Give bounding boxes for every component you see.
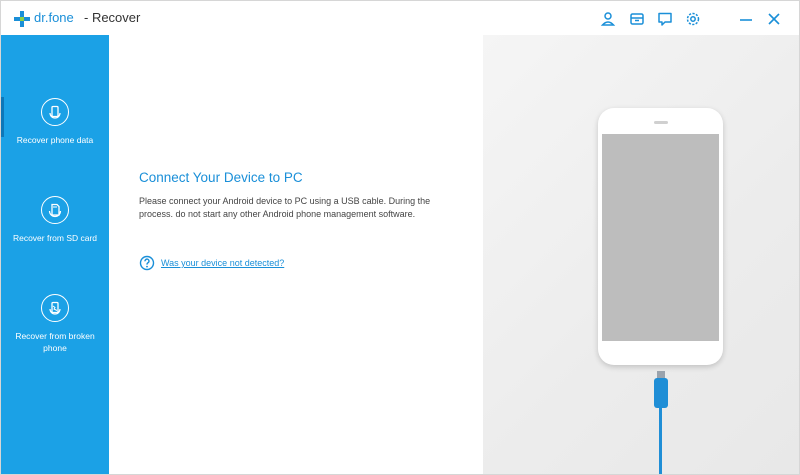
- sd-card-icon: [41, 196, 69, 224]
- app-title: - Recover: [84, 10, 141, 25]
- cart-icon[interactable]: [629, 11, 645, 27]
- minimize-icon[interactable]: [738, 11, 754, 27]
- device-not-detected-link[interactable]: Was your device not detected?: [161, 258, 284, 268]
- sidebar-item-label: Recover phone data: [16, 135, 94, 145]
- sidebar: Recover phone data Recover from SD card …: [1, 35, 109, 474]
- phone-speaker: [654, 121, 668, 124]
- usb-plug: [654, 378, 668, 408]
- app-brand: dr.fone: [34, 10, 74, 25]
- account-icon[interactable]: [600, 11, 616, 27]
- drfone-logo-icon: [13, 10, 31, 28]
- phone-illustration: [598, 108, 723, 365]
- feedback-icon[interactable]: [657, 11, 673, 27]
- close-icon[interactable]: [766, 11, 782, 27]
- sidebar-item-recover-broken-phone[interactable]: Recover from broken phone: [1, 294, 109, 354]
- sidebar-item-label: Recover from broken phone: [15, 331, 95, 353]
- broken-phone-icon: [41, 294, 69, 322]
- sidebar-item-recover-sd-card[interactable]: Recover from SD card: [1, 196, 109, 244]
- sidebar-item-label: Recover from SD card: [12, 233, 98, 243]
- instructions-text: Please connect your Android device to PC…: [139, 196, 431, 219]
- help-row: Was your device not detected?: [139, 255, 284, 271]
- phone-screen: [602, 134, 719, 341]
- usb-cable: [659, 407, 662, 474]
- title-bar: dr.fone - Recover: [1, 1, 799, 35]
- device-illustration: [483, 35, 799, 474]
- main-content: Connect Your Device to PC Please connect…: [109, 35, 483, 474]
- app-window: dr.fone - Recover Recover phone data Rec…: [0, 0, 800, 475]
- sidebar-item-recover-phone-data[interactable]: Recover phone data: [1, 98, 109, 146]
- settings-icon[interactable]: [685, 11, 701, 27]
- phone-recover-icon: [41, 98, 69, 126]
- page-title: Connect Your Device to PC: [139, 170, 303, 185]
- help-icon[interactable]: [139, 255, 155, 271]
